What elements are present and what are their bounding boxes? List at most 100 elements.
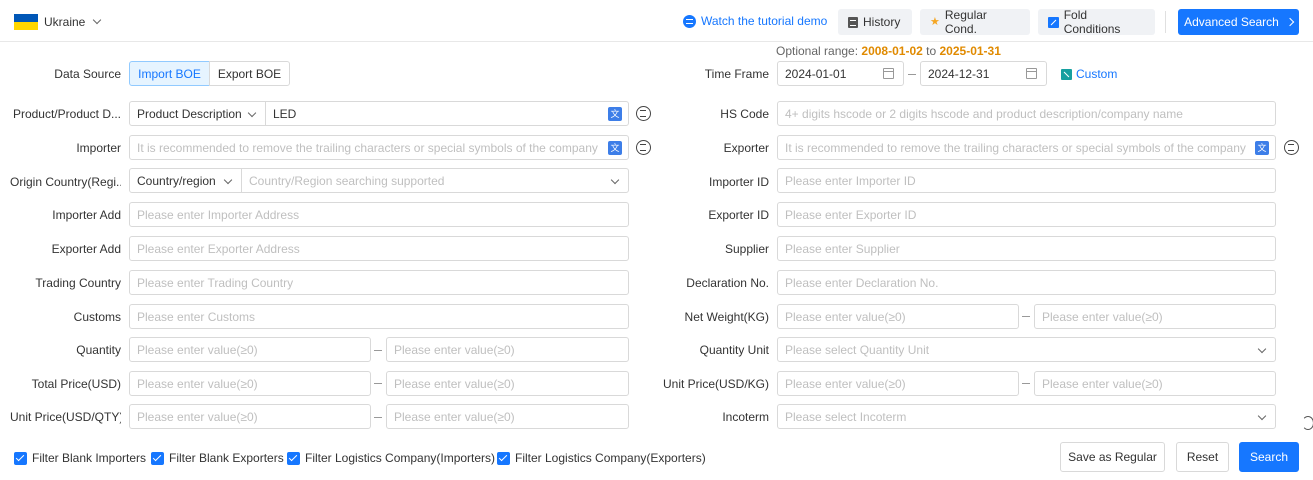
- unit-price-kg-min-input[interactable]: Please enter value(≥0): [777, 371, 1019, 396]
- total-price-label: Total Price(USD): [31, 377, 121, 391]
- end-date-value: 2024-12-31: [928, 66, 990, 81]
- exporter-add-label: Exporter Add: [51, 242, 121, 256]
- translate-icon[interactable]: 文: [608, 107, 622, 121]
- incoterm-label: Incoterm: [722, 410, 769, 424]
- supplier-label: Supplier: [724, 242, 769, 256]
- hs-code-input[interactable]: 4+ digits hscode or 2 digits hscode and …: [777, 101, 1276, 126]
- quantity-unit-label: Quantity Unit: [699, 343, 769, 357]
- product-label: Product/Product D...: [12, 107, 121, 121]
- quantity-label: Quantity: [76, 343, 121, 357]
- ukraine-flag-icon: [14, 14, 38, 30]
- unit-price-qty-min-input[interactable]: Please enter value(≥0): [129, 404, 371, 429]
- chevron-down-icon: [223, 175, 233, 185]
- history-button[interactable]: History: [838, 9, 912, 35]
- custom-range-button[interactable]: Custom: [1061, 67, 1117, 81]
- checkbox-checked-icon: [14, 451, 27, 465]
- origin-country-placeholder: Country/Region searching supported: [249, 173, 445, 188]
- unit-price-qty-max-input[interactable]: Please enter value(≥0): [386, 404, 629, 429]
- advanced-search-button[interactable]: Advanced Search: [1178, 9, 1299, 35]
- tutorial-label: Watch the tutorial demo: [701, 14, 828, 28]
- range-dash: [1022, 316, 1030, 317]
- origin-country-input[interactable]: Country/Region searching supported: [241, 168, 629, 193]
- product-type-value: Product Description: [137, 106, 242, 121]
- filter-logistics-importers-checkbox[interactable]: Filter Logistics Company(Importers): [287, 451, 495, 465]
- chevron-down-icon: [93, 15, 102, 25]
- chevron-down-icon: [1257, 344, 1267, 354]
- origin-type-select[interactable]: Country/region: [129, 168, 242, 193]
- end-date-input[interactable]: 2024-12-31: [920, 61, 1047, 86]
- customs-input[interactable]: Please enter Customs: [129, 304, 629, 329]
- importer-input[interactable]: It is recommended to remove the trailing…: [129, 135, 629, 160]
- search-button[interactable]: Search: [1239, 442, 1299, 472]
- quantity-max-input[interactable]: Please enter value(≥0): [386, 337, 629, 362]
- exporter-label: Exporter: [723, 141, 769, 155]
- trading-country-label: Trading Country: [35, 276, 121, 290]
- customs-label: Customs: [73, 310, 121, 324]
- supplier-input[interactable]: Please enter Supplier: [777, 236, 1276, 261]
- exporter-id-input[interactable]: Please enter Exporter ID: [777, 202, 1276, 227]
- total-price-max-input[interactable]: Please enter value(≥0): [386, 371, 629, 396]
- filter-label: Filter Blank Importers: [32, 451, 147, 465]
- calendar-icon: [883, 68, 894, 79]
- incoterm-select[interactable]: Please select Incoterm: [777, 404, 1276, 429]
- checkbox-checked-icon: [151, 451, 164, 465]
- fold-conditions-button[interactable]: Fold Conditions: [1038, 8, 1155, 36]
- import-boe-tab[interactable]: Import BOE: [129, 61, 210, 86]
- net-weight-max-input[interactable]: Please enter value(≥0): [1034, 304, 1276, 329]
- tutorial-link[interactable]: Watch the tutorial demo: [683, 14, 827, 28]
- translate-icon[interactable]: 文: [608, 141, 622, 155]
- star-icon: ★: [930, 16, 940, 28]
- product-type-select[interactable]: Product Description: [129, 101, 266, 126]
- range-dash: [908, 74, 916, 75]
- translate-icon[interactable]: 文: [1255, 141, 1269, 155]
- range-dash: [1022, 383, 1030, 384]
- importer-add-input[interactable]: Please enter Importer Address: [129, 202, 629, 227]
- net-weight-label: Net Weight(KG): [684, 310, 769, 324]
- expand-search-icon[interactable]: [636, 106, 651, 121]
- unit-price-kg-max-input[interactable]: Please enter value(≥0): [1034, 371, 1276, 396]
- total-price-min-input[interactable]: Please enter value(≥0): [129, 371, 371, 396]
- trading-country-input[interactable]: Please enter Trading Country: [129, 270, 629, 295]
- chevron-down-icon: [610, 175, 620, 185]
- chevron-right-icon: [1285, 17, 1295, 27]
- filter-logistics-exporters-checkbox[interactable]: Filter Logistics Company(Exporters): [497, 451, 706, 465]
- exporter-add-input[interactable]: Please enter Exporter Address: [129, 236, 629, 261]
- history-icon: [848, 16, 858, 28]
- custom-icon: [1061, 68, 1072, 80]
- exporter-input[interactable]: It is recommended to remove the trailing…: [777, 135, 1276, 160]
- country-name: Ukraine: [44, 15, 86, 29]
- expand-search-icon[interactable]: [636, 140, 651, 155]
- net-weight-min-input[interactable]: Please enter value(≥0): [777, 304, 1019, 329]
- time-frame-label: Time Frame: [704, 67, 769, 81]
- filter-blank-exporters-checkbox[interactable]: Filter Blank Exporters: [151, 451, 284, 465]
- checkbox-checked-icon: [497, 451, 510, 465]
- importer-id-input[interactable]: Please enter Importer ID: [777, 168, 1276, 193]
- quantity-unit-select[interactable]: Please select Quantity Unit: [777, 337, 1276, 362]
- importer-label: Importer: [76, 141, 121, 155]
- filter-label: Filter Logistics Company(Importers): [305, 451, 496, 465]
- custom-label: Custom: [1076, 67, 1118, 81]
- export-boe-tab[interactable]: Export BOE: [209, 61, 290, 86]
- data-source-label: Data Source: [54, 67, 121, 81]
- checkbox-checked-icon: [287, 451, 300, 465]
- range-dash: [374, 417, 382, 418]
- optional-range-end: 2025-01-31: [939, 44, 1001, 58]
- top-bar: Ukraine Watch the tutorial demo History …: [0, 0, 1313, 42]
- hs-code-label: HS Code: [720, 107, 769, 121]
- declaration-input[interactable]: Please enter Declaration No.: [777, 270, 1276, 295]
- fold-label: Fold Conditions: [1063, 8, 1121, 36]
- declaration-label: Declaration No.: [686, 276, 769, 290]
- save-as-regular-button[interactable]: Save as Regular: [1060, 442, 1165, 472]
- regular-cond-button[interactable]: ★ Regular Cond.: [920, 8, 1030, 36]
- country-selector[interactable]: Ukraine: [14, 14, 102, 30]
- quantity-min-input[interactable]: Please enter value(≥0): [129, 337, 371, 362]
- reset-button[interactable]: Reset: [1176, 442, 1229, 472]
- unit-price-qty-label: Unit Price(USD/QTY): [10, 410, 121, 424]
- quantity-unit-placeholder: Please select Quantity Unit: [785, 342, 930, 357]
- start-date-input[interactable]: 2024-01-01: [777, 61, 904, 86]
- expand-search-icon[interactable]: [1284, 140, 1299, 155]
- divider: [1165, 11, 1166, 33]
- filter-blank-importers-checkbox[interactable]: Filter Blank Importers: [14, 451, 146, 465]
- optional-range-to: to: [926, 44, 937, 58]
- product-input[interactable]: LED 文: [265, 101, 629, 126]
